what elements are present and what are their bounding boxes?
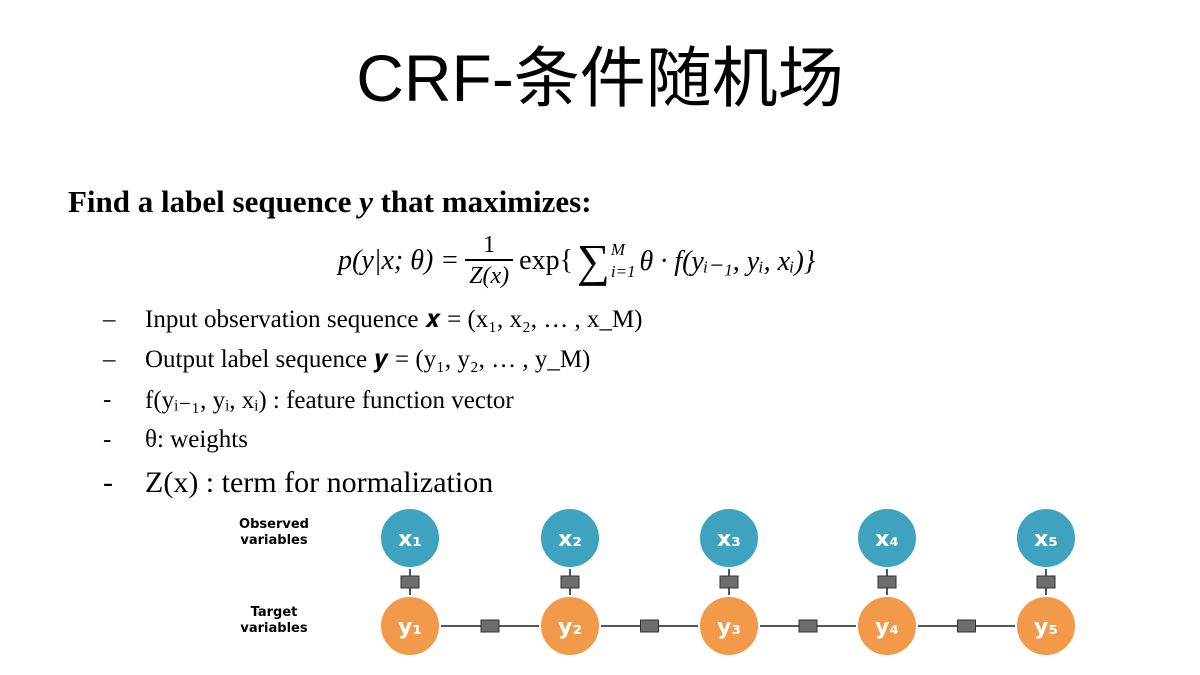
factor-square bbox=[480, 619, 500, 633]
formula-body: θ · f(yᵢ₋₁, yᵢ, xᵢ)} bbox=[639, 246, 816, 277]
slide-title: CRF-条件随机场 bbox=[356, 41, 844, 115]
bullet-text: Z(x) : term for normalization bbox=[145, 466, 494, 499]
sum-lower: i=1 bbox=[610, 262, 636, 281]
bullet-text: f(yᵢ₋₁, yᵢ, xᵢ) : feature function vecto… bbox=[145, 387, 514, 414]
bullet-item: – Output label sequence 𝒚 = (y₁, y₂, … ,… bbox=[103, 340, 643, 380]
factor-square bbox=[798, 619, 818, 633]
headline: Find a label sequence y that maximizes: bbox=[68, 184, 592, 220]
factor-square bbox=[877, 575, 897, 589]
crf-formula: p(y|x; θ) = 1 Z(x) exp{ ∑ M i=1 θ · f(yᵢ… bbox=[338, 228, 815, 294]
headline-before: Find a label sequence bbox=[68, 184, 352, 219]
target-node-label: y₄ bbox=[875, 615, 899, 640]
factor-square bbox=[560, 575, 580, 589]
formula-exp: exp{ bbox=[519, 245, 574, 276]
factor-square bbox=[1036, 575, 1056, 589]
fraction-denominator: Z(x) bbox=[465, 259, 514, 291]
formula-fraction: 1 Z(x) bbox=[465, 231, 514, 291]
bullet-item: – Input observation sequence 𝒙 = (x₁, x₂… bbox=[103, 300, 643, 340]
bullet-dash: - bbox=[103, 466, 113, 499]
target-node-label: y₂ bbox=[558, 615, 582, 640]
fraction-numerator: 1 bbox=[483, 232, 496, 258]
bullet-item: - θ: weights bbox=[103, 420, 643, 460]
target-node-label: y₅ bbox=[1034, 615, 1058, 640]
factor-square bbox=[640, 619, 659, 633]
bullet-list: – Input observation sequence 𝒙 = (x₁, x₂… bbox=[103, 300, 643, 506]
bullet-dash: – bbox=[103, 306, 116, 333]
factor-square bbox=[400, 575, 420, 589]
factor-square bbox=[719, 575, 739, 589]
headline-after: that maximizes: bbox=[380, 184, 592, 219]
summation-limits: M i=1 bbox=[611, 239, 636, 283]
observed-node-label: x₃ bbox=[717, 527, 741, 552]
bullet-dash: - bbox=[103, 386, 112, 413]
crf-graph-diagram: x₁ y₁ x₂ y₂ x₃ y₃ x₄ y₄ x₅ y₅ bbox=[379, 507, 1077, 657]
observed-node-label: x₄ bbox=[875, 527, 899, 552]
observed-node-label: x₅ bbox=[1034, 527, 1058, 552]
bullet-text: Input observation sequence 𝒙 = (x₁, x₂, … bbox=[145, 306, 643, 333]
observed-node-label: x₁ bbox=[398, 527, 422, 552]
formula-lhs: p(y|x; θ) = bbox=[338, 245, 460, 276]
headline-variable: y bbox=[359, 184, 373, 219]
sum-upper: M bbox=[610, 240, 626, 259]
factor-square bbox=[957, 619, 976, 633]
summation: ∑ M i=1 bbox=[577, 238, 636, 284]
bullet-dash: – bbox=[103, 346, 116, 373]
sigma-symbol: ∑ bbox=[577, 235, 610, 286]
bullet-text: Output label sequence 𝒚 = (y₁, y₂, … , y… bbox=[145, 346, 591, 373]
target-node-label: y₃ bbox=[717, 615, 741, 640]
bullet-item: - f(yᵢ₋₁, yᵢ, xᵢ) : feature function vec… bbox=[103, 380, 643, 420]
bullet-text: θ: weights bbox=[145, 426, 248, 453]
target-node-label: y₁ bbox=[398, 615, 422, 640]
bullet-dash: - bbox=[103, 426, 112, 453]
observed-node-label: x₂ bbox=[558, 527, 582, 552]
